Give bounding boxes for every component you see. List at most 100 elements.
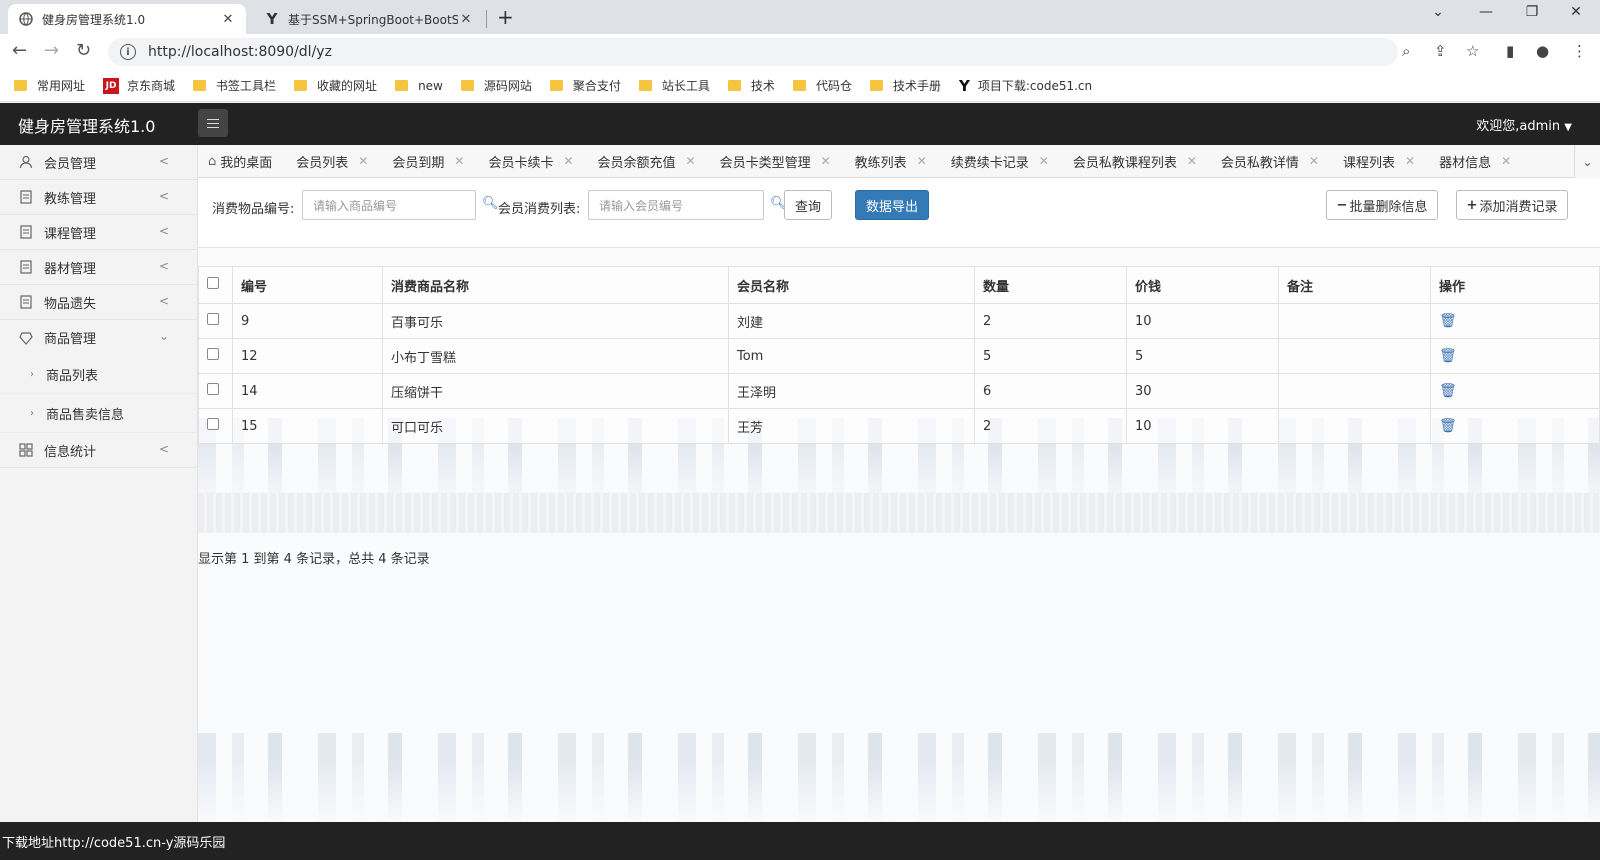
tab-equipment-info[interactable]: 器材信息 ✕ — [1439, 152, 1511, 171]
batch-delete-button[interactable]: − 批量删除信息 — [1326, 190, 1438, 220]
browser-tab-active[interactable]: 健身房管理系统1.0 ✕ — [8, 4, 246, 34]
browser-tab-other[interactable]: Y 基于SSM+SpringBoot+BootSt ✕ — [254, 4, 484, 34]
tab-balance-recharge[interactable]: 会员余额充值 ✕ — [598, 152, 696, 171]
sidebar-item-statistics[interactable]: 信息统计 < — [0, 433, 197, 468]
column-header[interactable]: 编号 — [232, 266, 383, 304]
tab-card-renew[interactable]: 会员卡续卡 ✕ — [488, 152, 573, 171]
close-icon[interactable]: ✕ — [917, 154, 927, 168]
menu-toggle-button[interactable] — [198, 109, 228, 137]
bookmark-item[interactable]: 技术手册 — [869, 77, 941, 94]
info-icon[interactable]: i — [120, 44, 136, 60]
back-arrow-icon[interactable]: ← — [12, 40, 27, 61]
column-header[interactable]: 数量 — [974, 266, 1127, 304]
minimize-icon[interactable]: — — [1466, 4, 1506, 20]
page-tabs: ⌂ 我的桌面 会员列表 ✕ 会员到期 ✕ 会员卡续卡 ✕ 会员余额充值 ✕ 会员卡类型管理… — [198, 145, 1600, 178]
column-header[interactable]: 操作 — [1430, 266, 1600, 304]
bookmark-item[interactable]: new — [395, 79, 443, 93]
tab-desktop[interactable]: ⌂ 我的桌面 — [208, 152, 272, 171]
close-icon[interactable]: ✕ — [1501, 154, 1511, 168]
row-checkbox[interactable] — [198, 408, 233, 444]
query-button[interactable]: 查询 — [784, 190, 832, 220]
select-all-checkbox[interactable] — [198, 266, 233, 304]
cell-price: 30 — [1126, 373, 1279, 409]
bookmark-item[interactable]: 聚合支付 — [549, 77, 621, 94]
sidebar-item-members[interactable]: 会员管理 < — [0, 145, 197, 180]
more-icon[interactable]: ⋮ — [1572, 42, 1587, 60]
bookmark-item[interactable]: 书签工具栏 — [193, 77, 276, 94]
sidebar-item-equipment[interactable]: 器材管理 < — [0, 250, 197, 285]
column-header[interactable]: 消费商品名称 — [382, 266, 729, 304]
close-icon[interactable]: ✕ — [686, 154, 696, 168]
close-icon[interactable]: ✕ — [220, 12, 236, 27]
row-checkbox[interactable] — [198, 373, 233, 409]
close-icon[interactable]: ✕ — [1405, 154, 1415, 168]
folder-icon — [792, 80, 806, 91]
sidebar-item-coaches[interactable]: 教练管理 < — [0, 180, 197, 215]
member-id-input[interactable]: 请输入会员编号 — [588, 190, 764, 220]
tab-card-type[interactable]: 会员卡类型管理 ✕ — [720, 152, 831, 171]
tab-private-courses[interactable]: 会员私教课程列表 ✕ — [1073, 152, 1197, 171]
close-window-icon[interactable]: ✕ — [1556, 4, 1596, 20]
tab-coach-list[interactable]: 教练列表 ✕ — [855, 152, 927, 171]
sidebar-subitem-goods-sales[interactable]: › 商品售卖信息 — [0, 394, 197, 433]
tab-course-list[interactable]: 课程列表 ✕ — [1343, 152, 1415, 171]
user-menu[interactable]: 欢迎您,admin ▼ — [1476, 115, 1572, 134]
close-icon[interactable]: ✕ — [454, 154, 464, 168]
trash-icon[interactable]: 🗑︎ — [1439, 313, 1457, 329]
trash-icon[interactable]: 🗑︎ — [1439, 418, 1457, 434]
sidebar-item-goods[interactable]: 商品管理 ⌄ — [0, 320, 197, 355]
profile-icon[interactable]: ● — [1536, 42, 1549, 60]
bookmark-item[interactable]: Y 项目下载:code51.cn — [959, 77, 1092, 95]
row-checkbox[interactable] — [198, 303, 233, 339]
cell-actions: 🗑︎ — [1430, 373, 1600, 409]
url-field[interactable]: i http://localhost:8090/dl/yz — [108, 38, 1398, 66]
sidepanel-icon[interactable]: ▮ — [1506, 42, 1514, 60]
trash-icon[interactable]: 🗑︎ — [1439, 348, 1457, 364]
close-icon[interactable]: ✕ — [358, 154, 368, 168]
row-checkbox[interactable] — [198, 338, 233, 374]
goods-id-input[interactable]: 请输入商品编号 — [302, 190, 476, 220]
zoom-icon[interactable]: ⌕ — [1402, 42, 1410, 60]
close-icon[interactable]: ✕ — [563, 154, 573, 168]
search-icon[interactable]: 🔍︎ — [482, 196, 499, 211]
forward-arrow-icon[interactable]: → — [44, 40, 59, 61]
sidebar-subitem-goods-list[interactable]: › 商品列表 — [0, 355, 197, 394]
share-icon[interactable]: ⇪ — [1434, 42, 1447, 60]
trash-icon[interactable]: 🗑︎ — [1439, 383, 1457, 399]
sidebar-item-courses[interactable]: 课程管理 < — [0, 215, 197, 250]
column-header[interactable]: 价钱 — [1126, 266, 1279, 304]
star-icon[interactable]: ☆ — [1466, 42, 1479, 60]
tab-private-details[interactable]: 会员私教详情 ✕ — [1221, 152, 1319, 171]
bookmark-item[interactable]: 代码仓 — [792, 77, 852, 94]
tabs-more-chevron-icon[interactable]: ⌄ — [1574, 145, 1600, 178]
bookmark-item[interactable]: 站长工具 — [638, 77, 710, 94]
tab-renew-records[interactable]: 续费续卡记录 ✕ — [951, 152, 1049, 171]
tab-member-list[interactable]: 会员列表 ✕ — [296, 152, 368, 171]
close-icon[interactable]: ✕ — [1187, 154, 1197, 168]
close-icon[interactable]: ✕ — [821, 154, 831, 168]
bookmark-item[interactable]: 技术 — [727, 77, 775, 94]
export-button[interactable]: 数据导出 — [855, 190, 929, 220]
bookmark-item[interactable]: 源码网站 — [460, 77, 532, 94]
close-icon[interactable]: ✕ — [1039, 154, 1049, 168]
bookmark-item[interactable]: 收藏的网址 — [294, 77, 377, 94]
new-tab-icon[interactable]: + — [497, 5, 514, 29]
tab-member-expire[interactable]: 会员到期 ✕ — [392, 152, 464, 171]
sidebar-item-lost-items[interactable]: 物品遗失 < — [0, 285, 197, 320]
bookmark-item[interactable]: JD 京东商城 — [103, 77, 175, 94]
folder-icon — [193, 80, 207, 91]
chevron-down-icon[interactable]: ⌄ — [1418, 4, 1458, 20]
folder-icon — [727, 80, 741, 91]
hamburger-icon — [207, 118, 219, 128]
column-header[interactable]: 备注 — [1278, 266, 1431, 304]
cell-note — [1278, 408, 1431, 444]
column-header[interactable]: 会员名称 — [728, 266, 975, 304]
close-icon[interactable]: ✕ — [458, 12, 474, 27]
restore-icon[interactable]: ❐ — [1512, 4, 1552, 20]
reload-icon[interactable]: ↻ — [76, 40, 91, 61]
close-icon[interactable]: ✕ — [1309, 154, 1319, 168]
add-record-button[interactable]: + 添加消费记录 — [1456, 190, 1568, 220]
bookmark-item[interactable]: 常用网址 — [14, 77, 85, 94]
chevron-left-icon: < — [158, 189, 169, 203]
main-content: 消费物品编号: 请输入商品编号 🔍︎ 会员消费列表: 请输入会员编号 🔍︎ 查询… — [198, 178, 1600, 822]
